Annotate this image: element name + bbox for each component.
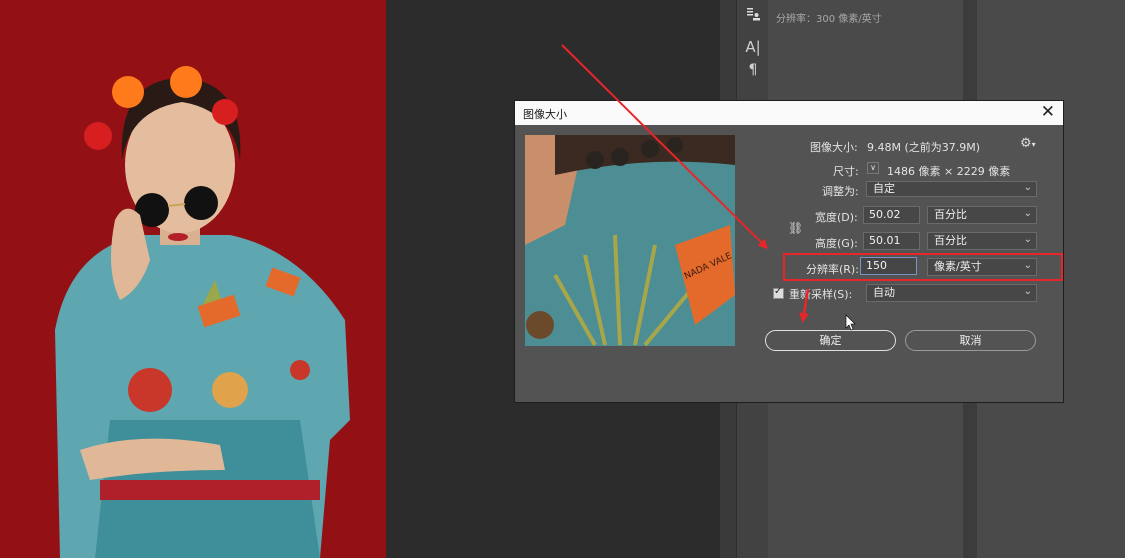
- dialog-title: 图像大小: [523, 108, 567, 121]
- chevron-down-icon: ⌄: [1023, 182, 1032, 193]
- paragraph-styles-icon[interactable]: [737, 6, 769, 25]
- height-label: 高度(G):: [815, 237, 858, 250]
- resample-value: 自动: [873, 286, 895, 299]
- image-size-value: 9.48M (之前为37.9M): [867, 141, 981, 154]
- image-size-label: 图像大小:: [810, 141, 858, 154]
- photo-canvas: [0, 0, 386, 558]
- height-unit-value: 百分比: [934, 234, 967, 247]
- fit-to-value: 自定: [873, 182, 895, 195]
- cancel-button[interactable]: 取消: [905, 330, 1036, 351]
- chevron-down-icon: ⌄: [1023, 234, 1032, 245]
- resample-select[interactable]: 自动 ⌄: [866, 284, 1037, 302]
- resolution-info: 分辨率：300 像素/英寸: [776, 14, 882, 25]
- height-unit-select[interactable]: 百分比 ⌄: [927, 232, 1037, 250]
- resolution-unit-value: 像素/英寸: [934, 260, 982, 273]
- chevron-down-icon: ⌄: [1023, 286, 1032, 297]
- height-input[interactable]: 50.01: [863, 232, 920, 250]
- gear-icon[interactable]: ⚙▾: [1020, 136, 1036, 151]
- width-label: 宽度(D):: [815, 211, 858, 224]
- dimensions-label: 尺寸:: [833, 165, 859, 178]
- dialog-titlebar[interactable]: 图像大小 ✕: [515, 101, 1063, 125]
- chain-link-icon[interactable]: ⛓: [788, 221, 803, 235]
- width-unit-select[interactable]: 百分比 ⌄: [927, 206, 1037, 224]
- image-preview[interactable]: NADA VALE: [525, 135, 735, 346]
- resolution-label: 分辨率(R):: [806, 263, 859, 276]
- dimensions-toggle-icon[interactable]: ∨: [867, 162, 879, 174]
- close-icon[interactable]: ✕: [1041, 102, 1055, 122]
- chevron-down-icon: ⌄: [1023, 260, 1032, 271]
- image-size-dialog: 图像大小 ✕ NADA VALE 图像大小: 9.48M (之前为37.9M) …: [514, 100, 1064, 403]
- width-unit-value: 百分比: [934, 208, 967, 221]
- paragraph-icon[interactable]: ¶: [737, 62, 769, 78]
- width-input[interactable]: 50.02: [863, 206, 920, 224]
- resample-label: 重新采样(S):: [789, 288, 853, 301]
- fit-to-select[interactable]: 自定 ⌄: [866, 181, 1037, 197]
- fit-to-label: 调整为:: [822, 185, 859, 198]
- dimensions-value: 1486 像素 × 2229 像素: [887, 165, 1011, 178]
- ok-button[interactable]: 确定: [765, 330, 896, 351]
- portrait-image: [0, 0, 386, 558]
- chevron-down-icon: ⌄: [1023, 208, 1032, 219]
- character-icon[interactable]: A|: [737, 38, 769, 56]
- resolution-input[interactable]: 150: [860, 257, 917, 275]
- resample-checkbox[interactable]: ✓: [773, 286, 784, 299]
- resolution-unit-select[interactable]: 像素/英寸 ⌄: [927, 258, 1037, 276]
